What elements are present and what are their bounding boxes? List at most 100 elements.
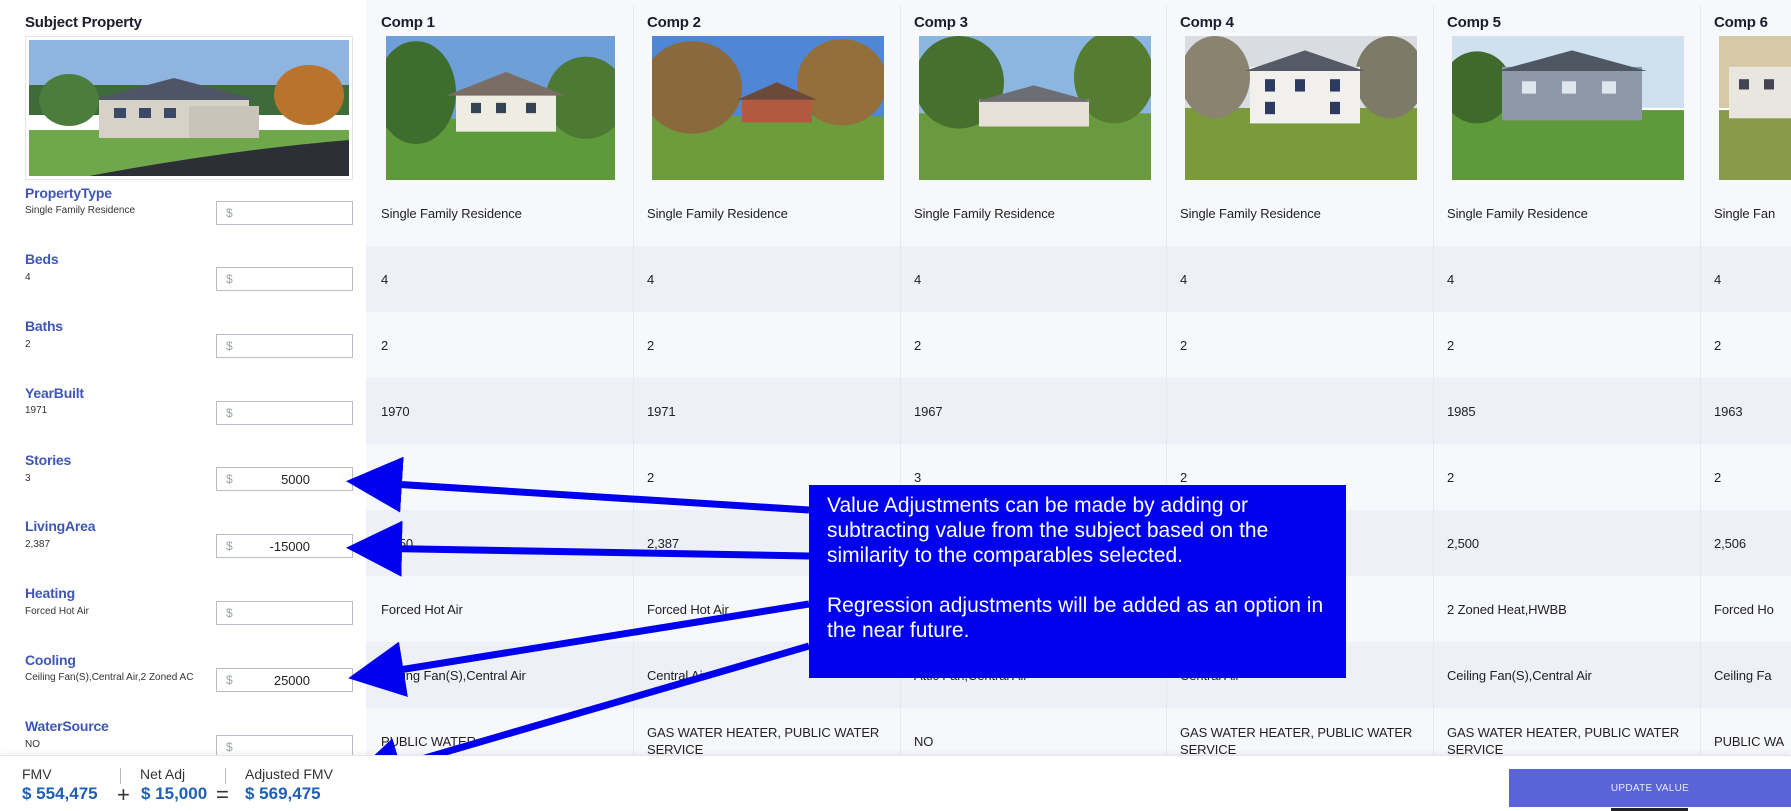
adjusted-fmv-value: $ 569,475 <box>245 784 321 803</box>
adjustment-input[interactable]: $ <box>216 334 353 358</box>
comp-1-title: Comp 1 <box>381 14 435 31</box>
comp-6-stories-cell: 2 <box>1714 470 1722 485</box>
comp-4-baths-cell: 2 <box>1180 338 1188 353</box>
attr-value: 2,387 <box>25 539 51 550</box>
adjustment-input[interactable]: $25000 <box>216 668 353 692</box>
annotation-callout: Value Adjustments can be made by adding … <box>809 485 1346 678</box>
adjustment-input[interactable]: $5000 <box>216 467 353 491</box>
comp-5-livingarea-cell: 2,500 <box>1447 536 1480 551</box>
comp-5-beds-cell: 4 <box>1447 272 1455 287</box>
adjustment-input[interactable]: $ <box>216 201 353 225</box>
comp-3-photo <box>919 36 1151 180</box>
callout-text-1: Value Adjustments can be made by adding … <box>827 494 1269 567</box>
equals-sign: = <box>216 782 229 807</box>
attr-label: PropertyType <box>25 185 112 201</box>
update-value-button[interactable]: UPDATE VALUE <box>1509 769 1791 807</box>
subject-photo <box>25 36 353 180</box>
attr-value: Forced Hot Air <box>25 606 89 617</box>
comp-1-watersource-cell: PUBLIC WATER <box>381 734 476 749</box>
attr-label: Stories <box>25 452 72 468</box>
comp-5-yearbuilt-cell: 1985 <box>1447 404 1476 419</box>
currency-symbol: $ <box>226 606 233 620</box>
adjustment-value: 25000 <box>273 673 310 688</box>
attr-value: 4 <box>25 272 31 283</box>
comp-2-photo <box>652 36 884 180</box>
house-photo-icon <box>1452 36 1684 180</box>
comp-1-baths-cell: 2 <box>381 338 389 353</box>
comp-6-heating-cell: Forced Ho <box>1714 602 1774 617</box>
plus-sign: + <box>117 782 130 807</box>
currency-symbol: $ <box>226 740 233 754</box>
comp-1-beds-cell: 4 <box>381 272 389 287</box>
adjustment-input[interactable]: $ <box>216 601 353 625</box>
divider <box>1700 6 1701 755</box>
adjusted-fmv-label: Adjusted FMV <box>245 766 333 782</box>
comp-6-yearbuilt-cell: 1963 <box>1714 404 1743 419</box>
comp-1-livingarea-cell: 2,450 <box>381 536 414 551</box>
currency-symbol: $ <box>226 673 233 687</box>
comp-2-stories-cell: 2 <box>647 470 655 485</box>
attr-value: 1971 <box>25 405 48 416</box>
attr-label: LivingArea <box>25 518 96 534</box>
attr-value: NO <box>25 739 40 750</box>
adjustment-input[interactable]: $ <box>216 401 353 425</box>
comp-1-propertytype-cell: Single Family Residence <box>381 206 522 221</box>
comp-6-watersource-cell: PUBLIC WA <box>1714 734 1785 749</box>
comp-4-photo <box>1185 36 1417 180</box>
comp-5-watersource-cell: GAS WATER HEATER, PUBLIC WATER SERVICE <box>1447 725 1680 755</box>
currency-symbol: $ <box>226 539 233 553</box>
attr-label: Beds <box>25 251 59 267</box>
comp-6-cooling-cell: Ceiling Fa <box>1714 668 1772 683</box>
comp-6-title: Comp 6 <box>1714 14 1768 31</box>
comp-3-watersource-cell: NO <box>914 734 934 749</box>
comp-3-yearbuilt-cell: 1967 <box>914 404 943 419</box>
comp-3-baths-cell: 2 <box>914 338 922 353</box>
comp-2-baths-cell: 2 <box>647 338 655 353</box>
house-photo-icon <box>386 36 615 180</box>
attr-label: YearBuilt <box>25 385 84 401</box>
comp-2-title: Comp 2 <box>647 14 701 31</box>
fmv-label: FMV <box>22 766 52 782</box>
attr-label: WaterSource <box>25 718 109 734</box>
comp-4-beds-cell: 4 <box>1180 272 1188 287</box>
currency-symbol: $ <box>226 206 233 220</box>
valuation-footer: FMV $ 554,475 + Net Adj $ 15,000 = Adjus… <box>0 755 1791 811</box>
comp-3-stories-cell: 3 <box>914 470 922 485</box>
comp-4-propertytype-cell: Single Family Residence <box>1180 206 1321 221</box>
comp-6-propertytype-cell: Single Fan <box>1714 206 1776 221</box>
comp-2-beds-cell: 4 <box>647 272 655 287</box>
comp-1-yearbuilt-cell: 1970 <box>381 404 410 419</box>
adjustment-value: 5000 <box>281 472 310 487</box>
comp-2-watersource-cell: GAS WATER HEATER, PUBLIC WATER SERVICE <box>647 725 880 755</box>
fmv-value: $ 554,475 <box>22 784 98 803</box>
divider <box>1433 6 1434 755</box>
comp-5-cooling-cell: Ceiling Fan(S),Central Air <box>1447 668 1592 683</box>
house-photo-icon <box>29 40 349 176</box>
comp-4-watersource-cell: GAS WATER HEATER, PUBLIC WATER SERVICE <box>1180 725 1413 755</box>
currency-symbol: $ <box>226 472 233 486</box>
adjustment-input[interactable]: $ -15000 <box>216 534 353 558</box>
attr-label: Heating <box>25 585 75 601</box>
comp-3-beds-cell: 4 <box>914 272 922 287</box>
netadj-value: $ 15,000 <box>141 784 208 803</box>
attr-value: Ceiling Fan(S),Central Air,2 Zoned AC <box>25 672 194 683</box>
adjustment-input[interactable]: $ <box>216 735 353 755</box>
callout-text-2: Regression adjustments will be added as … <box>827 594 1324 642</box>
comp-5-title: Comp 5 <box>1447 14 1501 31</box>
comp-6-baths-cell: 2 <box>1714 338 1722 353</box>
attr-label: Baths <box>25 318 63 334</box>
adjustment-value: -15000 <box>269 539 310 554</box>
comp-5-stories-cell: 2 <box>1447 470 1455 485</box>
house-photo-icon <box>1719 36 1791 180</box>
comp-4-stories-cell: 2 <box>1180 470 1188 485</box>
separator <box>120 768 121 784</box>
comp-6-livingarea-cell: 2,506 <box>1714 536 1747 551</box>
comp-1-cooling-cell: Ceiling Fan(S),Central Air <box>381 668 526 683</box>
adjustment-input[interactable]: $ <box>216 267 353 291</box>
attr-value: 2 <box>25 339 31 350</box>
house-photo-icon <box>1185 36 1417 180</box>
comp-5-baths-cell: 2 <box>1447 338 1455 353</box>
house-photo-icon <box>652 36 884 180</box>
comp-3-title: Comp 3 <box>914 14 968 31</box>
comp-1-photo <box>386 36 615 180</box>
